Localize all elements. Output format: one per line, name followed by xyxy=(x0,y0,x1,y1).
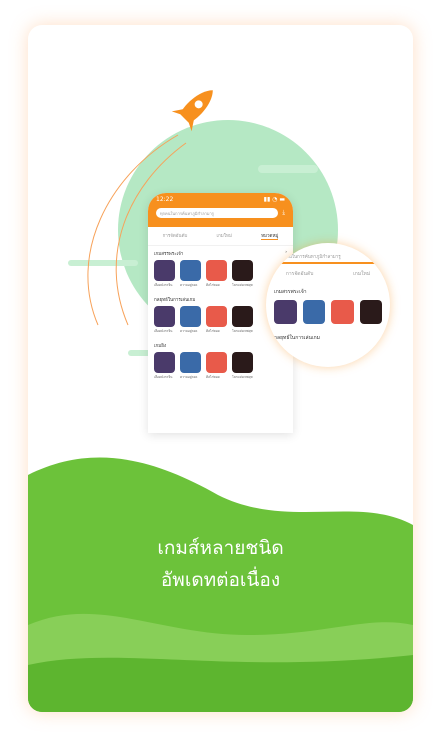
game-item[interactable]: โลกแห่งเทพยุทธ์ xyxy=(232,306,253,334)
game-icon xyxy=(180,352,201,373)
game-item[interactable]: เลือดมังกรจีน xyxy=(154,260,175,288)
section-title: เกมสรรพระเจ้า xyxy=(154,252,184,257)
game-name: ความอยู่รอด xyxy=(180,283,198,287)
game-name: ตีลไก่ทอด xyxy=(206,329,220,333)
game-item[interactable]: เลือดมังกรจีน xyxy=(154,352,175,380)
game-icon xyxy=(206,352,227,373)
status-time: 12:22 xyxy=(156,196,174,203)
download-icon[interactable]: ⤓ xyxy=(282,209,285,217)
game-name: เลือดมังกรจีน xyxy=(154,329,173,333)
game-name: ตีลไก่ทอด xyxy=(206,375,220,379)
game-name: เลือดมังกรจีน xyxy=(154,375,173,379)
game-item[interactable]: โลกแห่งเทพยุทธ์ xyxy=(232,352,253,380)
headline-line-1: เกมส์หลายชนิด xyxy=(157,537,284,559)
headline-line-2: อัพเดทต่อเนื่อง xyxy=(160,569,281,591)
tab-category[interactable]: หมวดหมู่ xyxy=(261,232,279,240)
game-item[interactable]: ตีลไก่ทอด xyxy=(206,306,227,334)
game-item[interactable]: ความอยู่รอด xyxy=(180,260,201,288)
game-icon xyxy=(180,306,201,327)
game-item[interactable]: ความอยู่รอด xyxy=(180,352,201,380)
search-input[interactable]: ทุกคนในการค้นหาภูมิกำลามารู xyxy=(156,208,279,218)
magnifier-zoom: ทุกคนในการค้นหาภูมิกำลามารู การจัดอันดับ… xyxy=(266,243,390,367)
game-icon xyxy=(232,260,253,281)
game-name: ตีลไก่ทอด xyxy=(206,283,220,287)
section-title: กลยุทธ์ในการเล่นเกม xyxy=(154,298,196,303)
game-name: ความอยู่รอด xyxy=(180,329,198,333)
splash-card: 12:22 ▮▮ ◔ ▬ ทุกคนในการค้นหาภูมิกำลามารู ⤓… xyxy=(28,25,413,712)
game-name: โลกแห่งเทพยุทธ์ xyxy=(232,283,253,287)
game-icon xyxy=(232,352,253,373)
game-item[interactable]: โลกแห่งเทพยุทธ์ xyxy=(232,260,253,288)
game-icon xyxy=(154,306,175,327)
game-section: เกมยิง›เลือดมังกรจีนความอยู่รอดตีลไก่ทอด… xyxy=(148,338,293,384)
game-icon xyxy=(180,260,201,281)
game-item[interactable]: เลือดมังกรจีน xyxy=(154,306,175,334)
tab-new[interactable]: เกมใหม่ xyxy=(217,232,232,240)
tab-ranking[interactable]: การจัดอันดับ xyxy=(163,232,188,240)
game-icon xyxy=(154,260,175,281)
game-icon xyxy=(206,260,227,281)
game-icon xyxy=(154,352,175,373)
game-icon xyxy=(232,306,253,327)
game-item[interactable]: ตีลไก่ทอด xyxy=(206,352,227,380)
game-item[interactable]: ตีลไก่ทอด xyxy=(206,260,227,288)
game-item[interactable]: ความอยู่รอด xyxy=(180,306,201,334)
section-title: เกมยิง xyxy=(154,344,167,349)
game-name: โลกแห่งเทพยุทธ์ xyxy=(232,375,253,379)
game-name: ความอยู่รอด xyxy=(180,375,198,379)
game-icon xyxy=(206,306,227,327)
game-name: เลือดมังกรจีน xyxy=(154,283,173,287)
game-name: โลกแห่งเทพยุทธ์ xyxy=(232,329,253,333)
chevron-right-icon[interactable]: › xyxy=(285,250,287,257)
